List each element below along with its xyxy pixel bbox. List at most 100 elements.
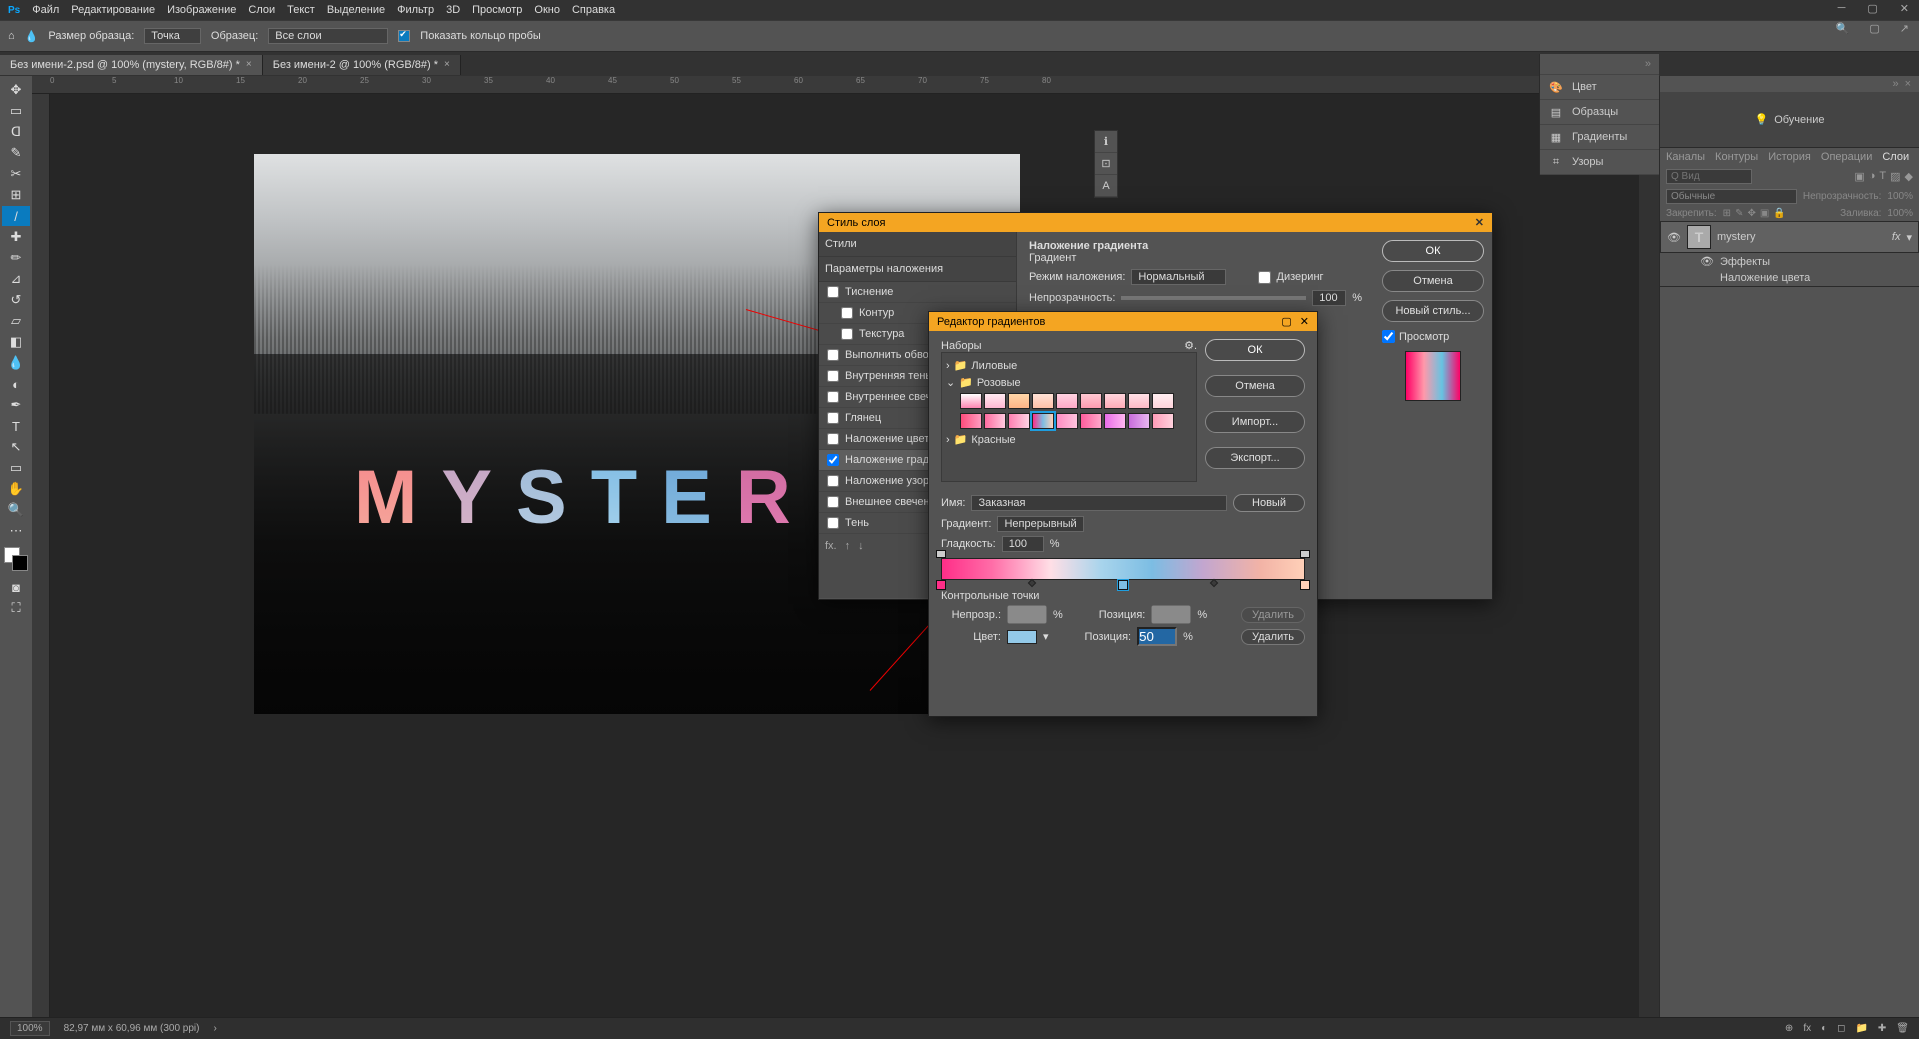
document-tab-1[interactable]: Без имени-2.psd @ 100% (mystery, RGB/8#)… bbox=[0, 55, 263, 75]
panel-patterns[interactable]: ⌗ Узоры bbox=[1540, 150, 1659, 175]
status-icon[interactable]: ◐ bbox=[1821, 1023, 1827, 1034]
blur-tool[interactable]: 💧 bbox=[2, 353, 30, 373]
search-icon[interactable]: 🔍 bbox=[1832, 20, 1854, 37]
lasso-tool[interactable]: ᗡ bbox=[2, 122, 30, 142]
status-icon[interactable]: ◻ bbox=[1837, 1023, 1845, 1034]
tab-channels[interactable]: Каналы bbox=[1666, 151, 1705, 163]
dialog-titlebar[interactable]: Редактор градиентов ▢ ✕ bbox=[929, 312, 1317, 331]
layer-search-input[interactable] bbox=[1666, 169, 1752, 184]
collapsed-panel-icon[interactable]: ⊡ bbox=[1095, 153, 1117, 175]
preset-swatch[interactable] bbox=[960, 393, 982, 409]
style-checkbox[interactable] bbox=[827, 412, 839, 424]
fg-bg-colors[interactable] bbox=[4, 547, 28, 571]
filter-icon[interactable]: ▨ bbox=[1890, 170, 1900, 183]
quickselect-tool[interactable]: ✎ bbox=[2, 143, 30, 163]
new-button[interactable]: Новый bbox=[1233, 494, 1305, 512]
preset-group[interactable]: ›📁Лиловые bbox=[946, 357, 1192, 374]
dialog-titlebar[interactable]: Стиль слоя ✕ bbox=[819, 213, 1492, 232]
menu-filter[interactable]: Фильтр bbox=[397, 4, 434, 16]
color-swatch[interactable] bbox=[1007, 630, 1037, 644]
home-icon[interactable]: ⌂ bbox=[8, 30, 15, 42]
brush-tool[interactable]: ✏ bbox=[2, 248, 30, 268]
color-stop[interactable] bbox=[1300, 580, 1310, 590]
menu-image[interactable]: Изображение bbox=[167, 4, 236, 16]
preset-swatch[interactable] bbox=[960, 413, 982, 429]
maximize-icon[interactable]: ▢ bbox=[1281, 315, 1291, 328]
chevron-right-icon[interactable]: › bbox=[214, 1023, 217, 1034]
smoothness-input[interactable] bbox=[1002, 536, 1044, 552]
delete-color-stop-button[interactable]: Удалить bbox=[1241, 629, 1305, 645]
lock-icon[interactable]: ✥ bbox=[1747, 208, 1755, 219]
layer-row-mystery[interactable]: 👁 T mystery fx ▾ bbox=[1660, 221, 1919, 253]
preset-swatch[interactable] bbox=[1056, 393, 1078, 409]
midpoint[interactable] bbox=[1210, 579, 1218, 587]
style-checkbox[interactable] bbox=[827, 286, 839, 298]
color-pos-input[interactable] bbox=[1137, 627, 1177, 646]
panel-close-icon[interactable]: × bbox=[1905, 78, 1911, 90]
cancel-button[interactable]: Отмена bbox=[1382, 270, 1484, 292]
style-item[interactable]: Тиснение bbox=[819, 282, 1016, 303]
status-icon[interactable]: ✚ bbox=[1878, 1023, 1886, 1034]
style-checkbox[interactable] bbox=[827, 433, 839, 445]
preset-swatch[interactable] bbox=[1128, 393, 1150, 409]
menu-view[interactable]: Просмотр bbox=[472, 4, 522, 16]
visibility-toggle[interactable]: 👁 bbox=[1667, 231, 1681, 244]
lock-icon[interactable]: ✎ bbox=[1735, 208, 1743, 219]
preset-swatch[interactable] bbox=[1152, 413, 1174, 429]
tab-history[interactable]: История bbox=[1768, 151, 1811, 163]
preset-swatch[interactable] bbox=[1008, 393, 1030, 409]
filter-icon[interactable]: ◆ bbox=[1905, 170, 1913, 183]
chevron-down-icon[interactable]: ▾ bbox=[1043, 630, 1049, 643]
filter-icon[interactable]: ▣ bbox=[1854, 170, 1864, 183]
filter-icon[interactable]: T bbox=[1879, 170, 1886, 183]
sample-layers-select[interactable]: Все слои bbox=[268, 28, 388, 44]
path-tool[interactable]: ↖ bbox=[2, 437, 30, 457]
dodge-tool[interactable]: ◐ bbox=[2, 374, 30, 394]
pen-tool[interactable]: ✒ bbox=[2, 395, 30, 415]
stamp-tool[interactable]: ⊿ bbox=[2, 269, 30, 289]
preset-swatch[interactable] bbox=[984, 393, 1006, 409]
status-icon[interactable]: 📁 bbox=[1855, 1023, 1867, 1034]
zoom-level[interactable]: 100% bbox=[10, 1021, 50, 1036]
preset-swatch[interactable] bbox=[984, 413, 1006, 429]
shape-tool[interactable]: ▭ bbox=[2, 458, 30, 478]
preset-group[interactable]: ›📁Красные bbox=[946, 431, 1192, 448]
filter-icon[interactable]: ◑ bbox=[1869, 170, 1876, 183]
style-checkbox[interactable] bbox=[827, 349, 839, 361]
frame-tool[interactable]: ⊞ bbox=[2, 185, 30, 205]
gradient-type-select[interactable]: Непрерывный bbox=[997, 516, 1083, 532]
minimize-icon[interactable]: ─ bbox=[1832, 2, 1852, 15]
blend-mode-select[interactable]: Обычные bbox=[1666, 189, 1797, 204]
up-icon[interactable]: ↑ bbox=[845, 540, 851, 552]
ok-button[interactable]: ОК bbox=[1205, 339, 1305, 361]
preset-swatch[interactable] bbox=[1104, 393, 1126, 409]
tab-actions[interactable]: Операции bbox=[1821, 151, 1872, 163]
style-checkbox[interactable] bbox=[827, 496, 839, 508]
move-tool[interactable]: ✥ bbox=[2, 80, 30, 100]
tab-close-icon[interactable]: × bbox=[444, 59, 450, 70]
style-checkbox[interactable] bbox=[827, 454, 839, 466]
opacity-value[interactable]: 100 bbox=[1312, 290, 1346, 306]
status-icon[interactable]: fx bbox=[1803, 1023, 1811, 1034]
gradient-bar[interactable] bbox=[941, 558, 1305, 580]
collapsed-panel-icon[interactable]: ℹ bbox=[1095, 131, 1117, 153]
gear-icon[interactable]: ⚙. bbox=[1184, 339, 1197, 352]
panel-color[interactable]: 🎨 Цвет bbox=[1540, 75, 1659, 100]
status-icon[interactable]: ⊕ bbox=[1785, 1023, 1793, 1034]
heal-tool[interactable]: ✚ bbox=[2, 227, 30, 247]
maximize-icon[interactable]: ▢ bbox=[1861, 2, 1883, 15]
lock-icon[interactable]: ⊞ bbox=[1723, 208, 1731, 219]
menu-select[interactable]: Выделение bbox=[327, 4, 385, 16]
blend-mode-select[interactable]: Нормальный bbox=[1131, 269, 1225, 285]
import-button[interactable]: Импорт... bbox=[1205, 411, 1305, 433]
style-checkbox[interactable] bbox=[841, 307, 853, 319]
opacity-value[interactable]: 100% bbox=[1887, 191, 1913, 202]
lock-icon[interactable]: ▣ bbox=[1760, 208, 1769, 219]
quickmask-tool[interactable]: ◙ bbox=[2, 577, 30, 597]
cancel-button[interactable]: Отмена bbox=[1205, 375, 1305, 397]
chevron-down-icon[interactable]: ▾ bbox=[1906, 231, 1912, 244]
show-ring-checkbox[interactable] bbox=[398, 30, 410, 42]
crop-tool[interactable]: ✂ bbox=[2, 164, 30, 184]
opacity-stop[interactable] bbox=[936, 550, 946, 558]
history-brush-tool[interactable]: ↺ bbox=[2, 290, 30, 310]
